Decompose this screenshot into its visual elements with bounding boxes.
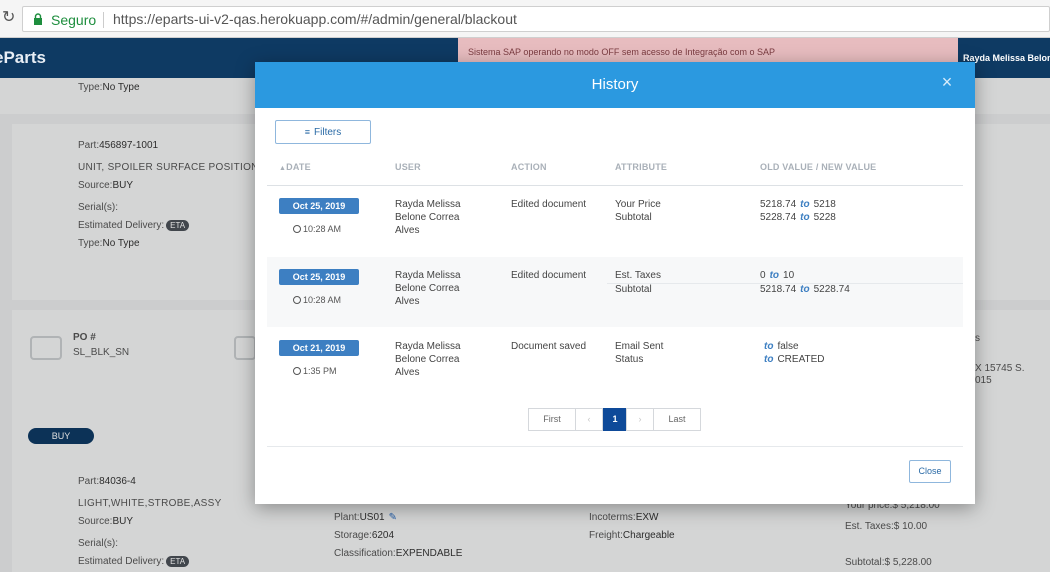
column-date[interactable]: ▲DATE	[279, 162, 311, 172]
table-row: Oct 25, 2019 10:28 AM Rayda Melissa Belon…	[267, 186, 963, 256]
column-user[interactable]: USER	[395, 162, 421, 172]
user-cell: Rayda Melissa Belone Correa Alves	[395, 199, 461, 236]
value-cell: 5218.74 to 5218 5228.74 to 5228	[760, 199, 836, 223]
column-attribute[interactable]: ATTRIBUTE	[615, 162, 667, 172]
action-cell: Edited document	[511, 199, 587, 210]
clock-icon	[293, 367, 301, 375]
close-button[interactable]: Close	[909, 460, 951, 483]
date-badge: Oct 25, 2019	[279, 269, 359, 285]
attribute-cell: Your Price Subtotal	[615, 199, 661, 223]
footer-divider	[267, 446, 963, 447]
date-badge: Oct 21, 2019	[279, 340, 359, 356]
filters-button[interactable]: ≡ Filters	[275, 120, 371, 144]
pager-first[interactable]: First	[528, 408, 576, 431]
reload-icon[interactable]: ↻	[2, 9, 18, 27]
value-cell: 0 to 10 5218.74 to 5228.74	[760, 270, 850, 295]
table-row: Oct 25, 2019 10:28 AM Rayda Melissa Belon…	[267, 257, 963, 327]
clock-icon	[293, 296, 301, 304]
filters-label: Filters	[314, 127, 342, 138]
column-action[interactable]: ACTION	[511, 162, 547, 172]
time-label: 10:28 AM	[293, 295, 341, 305]
lock-icon	[34, 13, 42, 25]
user-menu[interactable]: Rayda Melissa Belone	[963, 53, 1050, 63]
action-cell: Edited document	[511, 270, 587, 281]
table-row: Oct 21, 2019 1:35 PM Rayda Melissa Belone…	[267, 328, 963, 398]
modal-title: History	[591, 76, 639, 93]
pager-next[interactable]: ›	[626, 408, 654, 431]
brand-logo[interactable]: eParts	[0, 48, 46, 68]
url-text[interactable]: https://eparts-ui-v2-qas.herokuapp.com/#…	[113, 11, 517, 27]
pager-prev[interactable]: ‹	[575, 408, 603, 431]
column-values[interactable]: OLD VALUE / NEW VALUE	[760, 162, 876, 172]
pager-page-1[interactable]: 1	[603, 408, 627, 431]
history-modal: History × ≡ Filters ▲DATE USER ACTION ATT…	[255, 62, 975, 504]
user-cell: Rayda Melissa Belone Correa Alves	[395, 341, 461, 378]
sap-status-banner: Sistema SAP operando no modo OFF sem ace…	[458, 38, 958, 62]
secure-label: Seguro	[51, 12, 97, 28]
date-badge: Oct 25, 2019	[279, 198, 359, 214]
time-label: 1:35 PM	[293, 366, 337, 376]
pager-last[interactable]: Last	[653, 408, 701, 431]
value-cell: to false to CREATED	[764, 341, 825, 365]
action-cell: Document saved	[511, 341, 587, 352]
time-label: 10:28 AM	[293, 224, 341, 234]
modal-header: History ×	[255, 62, 975, 108]
attribute-cell: Email Sent Status	[615, 341, 664, 365]
clock-icon	[293, 225, 301, 233]
url-separator	[103, 12, 104, 28]
browser-toolbar: ↻ Seguro https://eparts-ui-v2-qas.heroku…	[0, 0, 1050, 38]
close-icon[interactable]: ×	[939, 73, 955, 91]
sliders-icon: ≡	[304, 127, 311, 137]
address-bar[interactable]: Seguro https://eparts-ui-v2-qas.herokuap…	[22, 6, 1050, 32]
user-cell: Rayda Melissa Belone Correa Alves	[395, 270, 461, 307]
